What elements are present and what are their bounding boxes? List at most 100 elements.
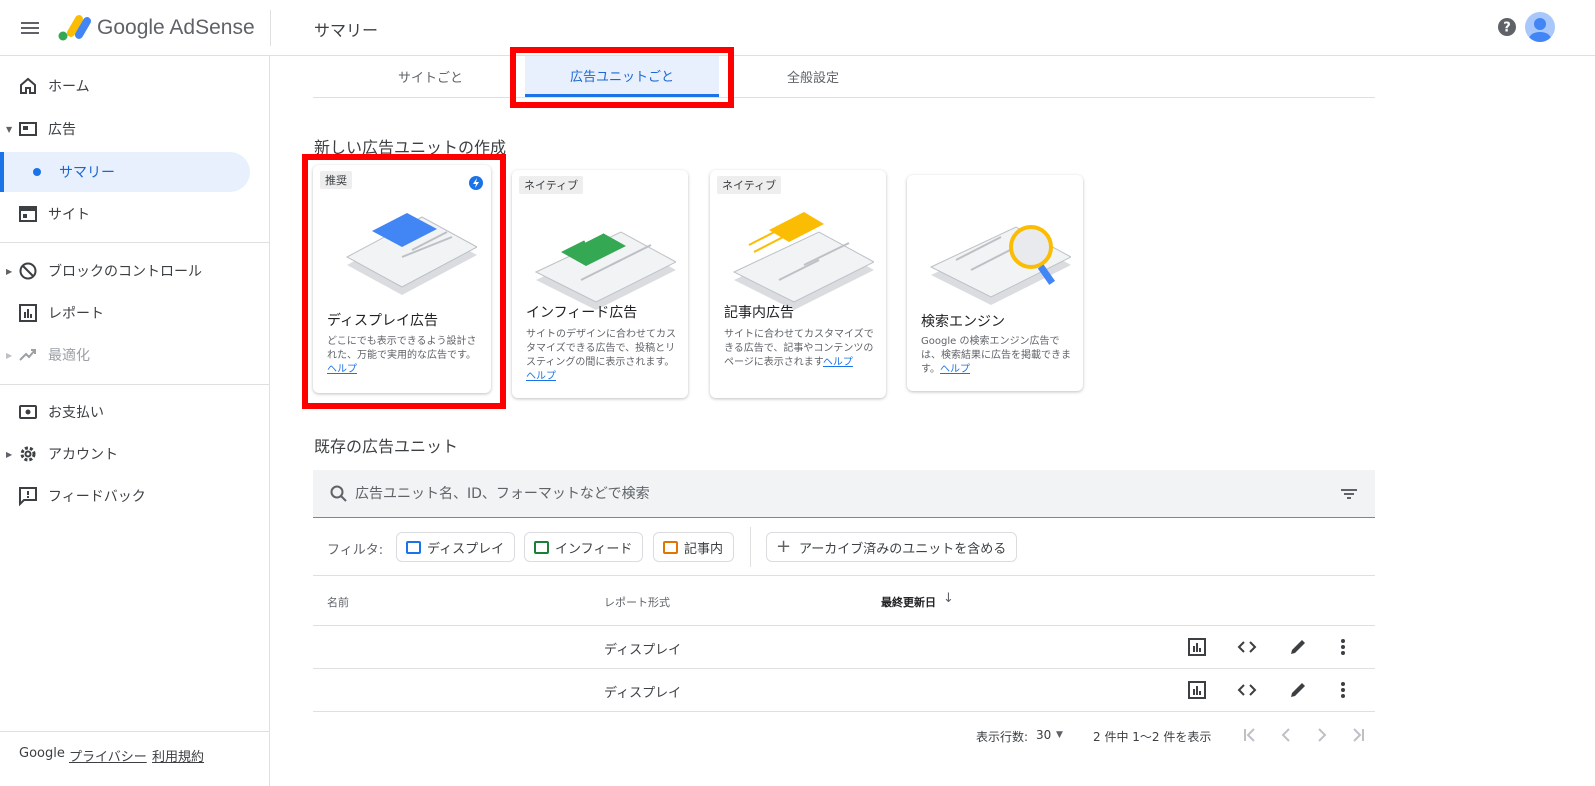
tab-bar: サイトごと 広告ユニットごと 全般設定 [313, 56, 1375, 98]
include-archived-chip[interactable]: + アーカイブ済みのユニットを含める [766, 532, 1018, 562]
caret-right-icon: ▶ [6, 266, 13, 276]
divider [750, 527, 751, 567]
dropdown-arrow-icon[interactable]: ▼ [1056, 730, 1063, 740]
chip-label: ディスプレイ [427, 541, 505, 557]
sidebar-item-optimization[interactable]: ▶ 最適化 [0, 335, 270, 375]
rows-per-page-label: 表示行数: [976, 730, 1029, 744]
card-title: 記事内広告 [724, 305, 794, 321]
native-badge: ネイティブ [717, 176, 782, 194]
code-icon[interactable] [1237, 637, 1257, 657]
column-header-updated[interactable]: 最終更新日 [881, 594, 936, 610]
card-description: サイトのデザインに合わせてカスタマイズできる広告で、投稿とリスティングの間に表示… [526, 328, 678, 384]
sidebar-item-home[interactable]: ホーム [0, 66, 270, 106]
column-header-format[interactable]: レポート形式 [604, 594, 670, 610]
search-illustration [929, 225, 1071, 305]
sidebar-item-label: アカウント [48, 447, 118, 463]
table-row[interactable]: ディスプレイ [313, 626, 1375, 669]
report-icon[interactable] [1187, 680, 1207, 700]
edit-pencil-icon[interactable] [1288, 637, 1308, 657]
column-header-name[interactable]: 名前 [327, 594, 349, 610]
first-page-icon[interactable] [1239, 724, 1261, 746]
sidebar-item-label: サイト [48, 207, 90, 223]
card-search-engine[interactable]: 検索エンジン Google の検索エンジン広告では、検索結果に広告を掲載できます… [907, 175, 1083, 391]
account-avatar[interactable] [1525, 12, 1555, 42]
sidebar-item-reports[interactable]: レポート [0, 293, 270, 333]
card-description: Google の検索エンジン広告では、検索結果に広告を掲載できます。ヘルプ [921, 335, 1073, 377]
sidebar-footer: Google プライバシー 利用規約 [0, 731, 270, 786]
card-title: 検索エンジン [921, 314, 1005, 330]
search-input[interactable] [355, 480, 1255, 508]
chip-label: インフィード [555, 541, 633, 557]
card-title: インフィード広告 [526, 305, 638, 321]
edit-pencil-icon[interactable] [1288, 680, 1308, 700]
more-vert-icon[interactable] [1333, 637, 1353, 657]
card-description-text: サイトのデザインに合わせてカスタマイズできる広告で、投稿とリスティングの間に表示… [526, 329, 676, 368]
terms-link[interactable]: 利用規約 [152, 746, 204, 765]
home-icon [20, 77, 36, 94]
card-infeed-ads[interactable]: ネイティブ インフィード広告 サイトのデザインに合わせてカスタマイズできる広告で… [512, 170, 688, 398]
prev-page-icon[interactable] [1275, 724, 1297, 746]
payments-icon [19, 405, 37, 419]
highlight-box-tab [510, 47, 734, 108]
rows-per-page-select[interactable]: 30 [1036, 728, 1051, 742]
sites-icon [19, 206, 37, 222]
sidebar-item-payments[interactable]: お支払い [0, 392, 270, 432]
chip-label: 記事内 [684, 541, 724, 557]
divider [270, 10, 271, 46]
google-label: Google [19, 746, 65, 761]
tab-general-settings[interactable]: 全般設定 [753, 56, 873, 97]
privacy-link[interactable]: プライバシー [69, 746, 147, 765]
filter-chip-display[interactable]: ディスプレイ [396, 532, 516, 562]
report-icon[interactable] [1187, 637, 1207, 657]
adsense-logo-icon [58, 15, 91, 41]
sidebar-item-account[interactable]: ▶ アカウント [0, 434, 270, 474]
active-indicator [0, 152, 4, 192]
help-icon[interactable]: ? [1496, 16, 1518, 38]
sidebar-item-ads[interactable]: ▼ 広告 [0, 109, 270, 149]
sidebar-item-feedback[interactable]: フィードバック [0, 476, 270, 516]
phone-illustration [732, 212, 874, 310]
code-icon[interactable] [1237, 680, 1257, 700]
hamburger-menu-icon[interactable] [18, 16, 42, 40]
help-link[interactable]: ヘルプ [526, 371, 556, 382]
row-format: ディスプレイ [604, 686, 682, 701]
person-icon [1529, 18, 1551, 42]
sidebar-item-sites[interactable]: サイト [0, 194, 270, 234]
infeed-format-icon [534, 541, 549, 554]
caret-down-icon: ▼ [6, 124, 13, 134]
filter-list-icon[interactable] [1339, 484, 1359, 504]
table-row[interactable]: ディスプレイ [313, 669, 1375, 712]
chip-label: アーカイブ済みのユニットを含める [799, 541, 1007, 557]
sidebar-item-summary[interactable]: サマリー [0, 152, 250, 192]
pagination-range: 2 件中 1〜2 件を表示 [1093, 730, 1212, 744]
top-app-bar: Google AdSense サマリー ? [0, 0, 1595, 56]
next-page-icon[interactable] [1311, 724, 1333, 746]
filter-chip-in-article[interactable]: 記事内 [653, 532, 735, 562]
more-vert-icon[interactable] [1333, 680, 1353, 700]
help-link[interactable]: ヘルプ [940, 364, 970, 375]
sidebar-item-label: ホーム [48, 79, 90, 95]
tab-by-site[interactable]: サイトごと [373, 56, 488, 97]
sidebar-item-label: レポート [48, 306, 104, 322]
card-in-article-ads[interactable]: ネイティブ 記事内広告 サイトに合わせてカスタマイズできる広告で、記事やコンテン… [710, 170, 886, 398]
caret-right-icon: ▶ [6, 449, 13, 459]
row-format: ディスプレイ [604, 643, 682, 658]
bar-chart-icon [19, 304, 37, 322]
filter-chip-infeed[interactable]: インフィード [524, 532, 644, 562]
help-link[interactable]: ヘルプ [823, 357, 853, 368]
in-article-format-icon [663, 541, 678, 554]
filter-label: フィルタ: [327, 543, 384, 558]
divider [0, 384, 270, 385]
plus-icon: + [776, 536, 792, 557]
last-page-icon[interactable] [1347, 724, 1369, 746]
highlight-box-card [302, 154, 506, 409]
existing-section-title: 既存の広告ユニット [314, 437, 459, 456]
sort-arrow-icon[interactable]: ↓ [943, 591, 954, 606]
search-bar [313, 470, 1375, 518]
display-format-icon [406, 541, 421, 554]
filter-row: フィルタ: ディスプレイ インフィード 記事内 + アーカイブ済みのユニットを含… [313, 519, 1375, 576]
sidebar-item-blocking-controls[interactable]: ▶ ブロックのコントロール [0, 251, 270, 291]
divider [0, 242, 270, 243]
sidebar-item-label: お支払い [48, 405, 104, 421]
phone-illustration [534, 230, 676, 310]
